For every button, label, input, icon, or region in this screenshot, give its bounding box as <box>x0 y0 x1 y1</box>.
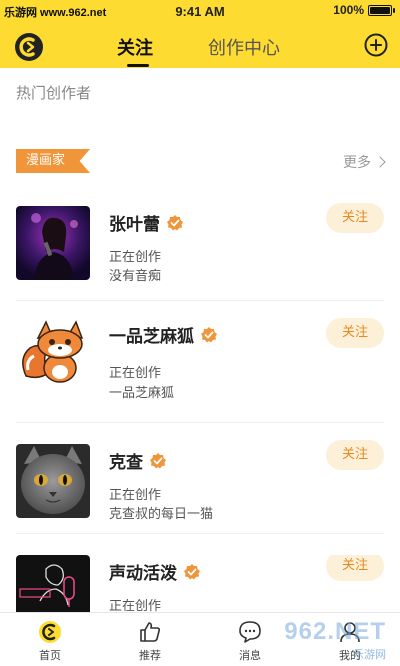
verified-badge-icon <box>167 214 183 230</box>
battery-icon <box>368 4 395 16</box>
row-divider <box>16 300 384 301</box>
tab-messages-label: 消息 <box>239 649 261 662</box>
creator-status: 正在创作 <box>109 488 162 503</box>
app-logo-icon[interactable] <box>14 32 44 62</box>
battery-percent: 100% <box>333 3 364 17</box>
creator-name-row: 张叶蕾 <box>109 210 184 235</box>
thumbs-up-icon <box>140 622 161 642</box>
creator-item[interactable]: 一品芝麻狐 正在创作 一品芝麻狐 关注 <box>16 318 384 401</box>
more-label: 更多 <box>343 155 371 171</box>
more-link[interactable]: 更多 <box>343 152 386 172</box>
creator-item[interactable]: 声动活泼 正在创作 关注 <box>16 555 384 612</box>
top-nav-bar: 关注 创作中心 <box>0 24 400 68</box>
avatar[interactable] <box>16 318 90 392</box>
category-tag: 漫画家 <box>16 149 90 173</box>
chat-bubble-icon <box>239 621 261 643</box>
follow-button[interactable]: 关注 <box>326 203 384 233</box>
chevron-right-icon <box>374 156 386 168</box>
hot-creators-heading: 热门创作者 <box>16 84 92 102</box>
creator-work: 没有音痴 <box>109 269 162 284</box>
verified-badge-icon <box>201 326 217 342</box>
status-bar: 乐游网 www.962.net 9:41 AM 100% <box>0 0 400 24</box>
creator-status: 正在创作 <box>109 366 162 381</box>
tab-home[interactable]: 首页 <box>20 619 80 663</box>
avatar[interactable] <box>16 555 90 612</box>
tab-follow[interactable]: 关注 <box>117 34 153 60</box>
battery-indicator: 100% <box>333 3 395 17</box>
tab-active-indicator <box>127 64 149 67</box>
creator-status: 正在创作 <box>109 250 162 265</box>
watermark-site: 乐游网 <box>353 648 386 661</box>
verified-badge-icon <box>184 563 200 579</box>
creator-item[interactable]: 张叶蕾 正在创作 没有音痴 关注 <box>16 203 384 286</box>
verified-badge-icon <box>150 452 166 468</box>
follow-button[interactable]: 关注 <box>326 555 384 581</box>
creator-work: 一品芝麻狐 <box>109 386 175 401</box>
creator-status: 正在创作 <box>109 599 162 612</box>
creator-name: 张叶蕾 <box>109 215 160 235</box>
avatar[interactable] <box>16 206 90 280</box>
creator-item[interactable]: 克查 正在创作 克查叔的每日一猫 关注 <box>16 440 384 524</box>
creator-work: 克查叔的每日一猫 <box>109 507 214 522</box>
tab-home-label: 首页 <box>39 649 61 662</box>
add-circle-icon[interactable] <box>364 33 388 57</box>
tab-recommend[interactable]: 推荐 <box>120 619 180 663</box>
tab-recommend-label: 推荐 <box>139 649 161 662</box>
row-divider <box>16 533 384 534</box>
tab-creation-center[interactable]: 创作中心 <box>208 34 280 60</box>
follow-button[interactable]: 关注 <box>326 440 384 470</box>
creator-name-row: 克查 <box>109 448 167 473</box>
creator-name-row: 声动活泼 <box>109 559 201 584</box>
tab-messages[interactable]: 消息 <box>220 619 280 663</box>
creator-name: 一品芝麻狐 <box>109 327 194 347</box>
row-divider <box>16 422 384 423</box>
creator-name: 声动活泼 <box>109 564 177 584</box>
home-logo-icon <box>39 621 61 643</box>
avatar[interactable] <box>16 444 90 518</box>
watermark-number: 962.NET <box>284 618 386 645</box>
creator-name: 克查 <box>109 453 143 473</box>
creator-name-row: 一品芝麻狐 <box>109 322 218 347</box>
follow-button[interactable]: 关注 <box>326 318 384 348</box>
